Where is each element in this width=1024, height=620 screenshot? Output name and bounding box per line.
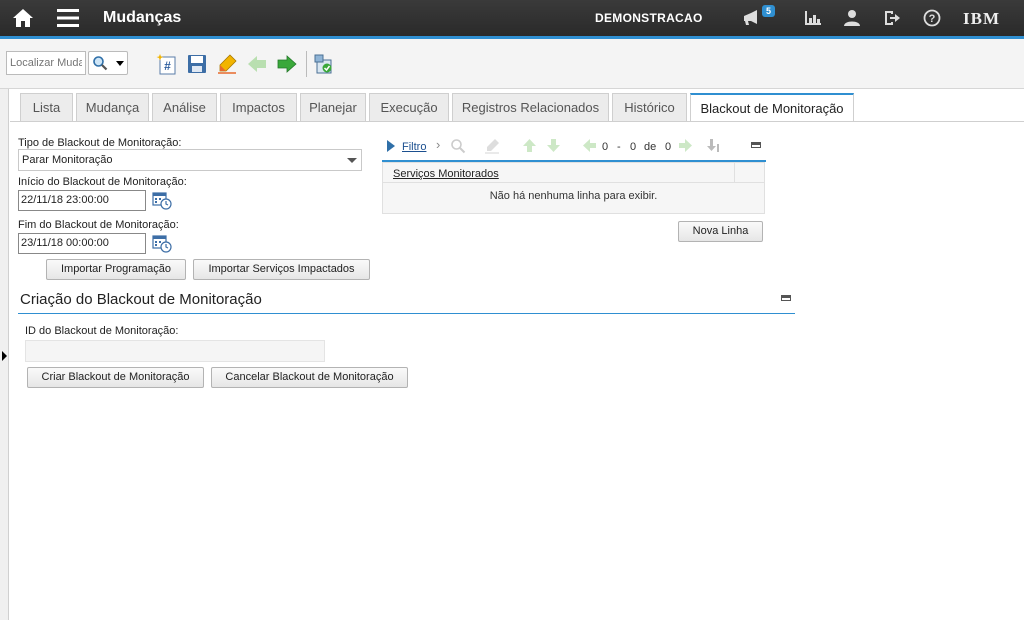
megaphone-icon[interactable] [742,9,760,27]
search-icon[interactable] [450,138,466,154]
tab-mudanca[interactable]: Mudança [76,93,149,121]
calendar-icon[interactable] [152,190,172,210]
ibm-logo: IBM [963,9,1000,28]
tab-registros-relacionados[interactable]: Registros Relacionados [452,93,609,121]
column-header-spacer [735,163,764,183]
chevron-down-icon [116,61,124,66]
tab-execucao[interactable]: Execução [369,93,449,121]
pager-of: de [644,141,657,153]
pager-start: 0 [602,141,609,153]
tab-lista[interactable]: Lista [20,93,73,121]
calendar-icon[interactable] [152,233,172,253]
user-profile-icon[interactable] [843,9,861,27]
previous-record-icon[interactable] [246,53,268,75]
clear-filter-icon[interactable] [484,138,500,154]
org-label: DEMONSTRACAO [595,11,703,25]
chevron-down-icon [347,158,357,163]
reports-icon[interactable] [804,9,822,27]
new-row-button[interactable]: Nova Linha [678,221,763,242]
tab-analise[interactable]: Análise [152,93,217,121]
section-divider [18,313,795,314]
chevron-right-icon: › [436,137,441,152]
filter-link[interactable]: Filtro [402,141,426,153]
find-record-input[interactable] [6,51,86,75]
end-field-label: Fim do Blackout de Monitoração: [18,219,179,231]
svg-text:#: # [164,59,171,73]
download-icon[interactable] [704,138,720,153]
minimize-section-icon[interactable] [781,295,791,301]
previous-page-icon[interactable] [582,138,597,153]
help-icon[interactable]: ? [923,9,941,27]
next-page-icon[interactable] [678,138,693,153]
next-record-icon[interactable] [276,53,298,75]
pager-total: 0 [665,141,672,153]
blackout-type-value: Parar Monitoração [22,154,113,166]
expand-filter-icon[interactable] [386,139,396,153]
type-field-label: Tipo de Blackout de Monitoração: [18,137,182,149]
app-title: Mudanças [103,9,182,26]
import-schedule-button[interactable]: Importar Programação [46,259,186,280]
sign-out-icon[interactable] [883,9,901,27]
end-datetime-input[interactable]: 23/11/18 00:00:00 [18,233,146,254]
arrow-down-icon[interactable] [546,138,561,153]
search-menu-button[interactable] [88,51,128,75]
save-icon[interactable] [186,53,208,75]
tab-blackout-monitoracao[interactable]: Blackout de Monitoração [690,93,854,122]
tab-historico[interactable]: Histórico [612,93,687,121]
blackout-id-field [25,340,325,362]
arrow-up-icon[interactable] [522,138,537,153]
notification-badge: 5 [762,5,776,17]
blackout-type-select[interactable]: Parar Monitoração [18,149,362,171]
tab-impactos[interactable]: Impactos [220,93,297,121]
toolbar-separator [306,51,307,77]
menu-icon[interactable] [57,8,79,28]
top-navigation-bar: Mudanças DEMONSTRACAO 5 ? IBM [0,0,1024,36]
svg-text:?: ? [929,13,936,25]
tab-planejar[interactable]: Planejar [300,93,366,121]
cancel-blackout-button[interactable]: Cancelar Blackout de Monitoração [211,367,408,388]
monitored-services-table: Serviços Monitorados Não há nenhuma linh… [382,162,765,214]
new-record-icon[interactable]: # [156,53,178,75]
expand-panel-icon[interactable] [2,351,7,361]
empty-table-message: Não há nenhuma linha para exibir. [489,190,658,202]
workflow-icon[interactable] [313,53,335,75]
create-blackout-button[interactable]: Criar Blackout de Monitoração [27,367,204,388]
blackout-id-label: ID do Blackout de Monitoração: [25,325,179,337]
column-header-monitored-services[interactable]: Serviços Monitorados [383,163,735,183]
table-toolbar: Filtro › 0 - 0 de 0 [382,136,766,160]
start-field-label: Início do Blackout de Monitoração: [18,176,187,188]
import-impacted-services-button[interactable]: Importar Serviços Impactados [193,259,370,280]
start-datetime-input[interactable]: 22/11/18 23:00:00 [18,190,146,211]
section-title-blackout-creation: Criação do Blackout de Monitoração [20,291,262,308]
tab-bar-divider [10,121,1024,122]
pager-end: 0 [630,141,637,153]
clear-changes-icon[interactable] [216,53,238,75]
search-icon [93,56,108,71]
home-icon[interactable] [12,7,34,29]
minimize-table-icon[interactable] [751,142,761,148]
pager-dash: - [617,141,621,153]
action-toolbar: # [0,39,1024,89]
